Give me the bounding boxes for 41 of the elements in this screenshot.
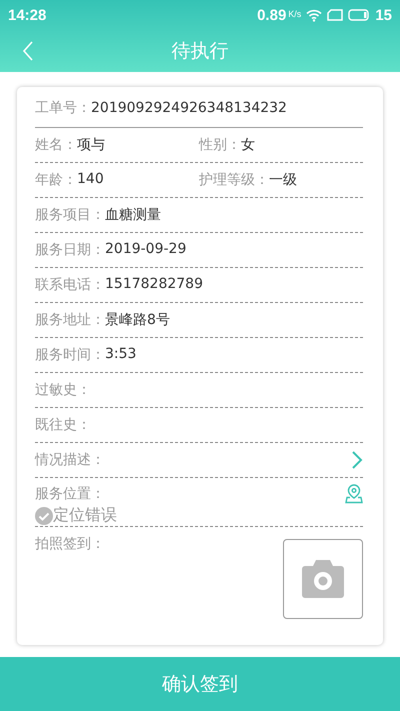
- page-title: 待执行: [170, 39, 230, 64]
- battery-icon: [348, 9, 370, 21]
- speed-unit: K/s: [288, 8, 302, 18]
- field-value: 血糖测量: [105, 206, 161, 224]
- field-value: 景峰路8号: [105, 311, 170, 329]
- chevron-right-icon[interactable]: [351, 450, 363, 470]
- battery-level: 15: [375, 6, 392, 24]
- network-speed: 0.89: [257, 6, 286, 24]
- field-value: 3:53: [105, 346, 136, 364]
- sim-icon: [327, 9, 344, 21]
- check-circle-icon: [35, 506, 53, 524]
- status-time: 14:28: [8, 6, 46, 24]
- field-label: 服务位置：: [35, 485, 105, 503]
- back-icon[interactable]: [22, 41, 34, 61]
- field-value: 2019-09-29: [105, 241, 186, 259]
- field-label: 情况描述：: [35, 451, 105, 469]
- field-label: 既往史：: [35, 416, 91, 434]
- location-pin-icon[interactable]: [345, 484, 363, 504]
- field-label: 联系电话：: [35, 276, 105, 294]
- field-label: 拍照签到：: [35, 535, 105, 553]
- field-label: 姓名：: [35, 136, 77, 154]
- field-value: 15178282789: [105, 276, 203, 294]
- field-label: 年龄：: [35, 171, 77, 189]
- location-status: 定位错误: [53, 505, 117, 526]
- field-value: 140: [77, 171, 104, 189]
- field-value: 一级: [269, 171, 297, 189]
- field-label: 服务时间：: [35, 346, 105, 364]
- field-value: 2019092924926348134232: [91, 100, 287, 116]
- field-value: 项与: [77, 136, 105, 154]
- field-label: 服务项目：: [35, 206, 105, 224]
- field-label: 服务地址：: [35, 311, 105, 329]
- camera-icon: [302, 560, 344, 598]
- confirm-button[interactable]: 确认签到: [0, 657, 400, 711]
- field-label: 性别：: [199, 136, 241, 154]
- field-label: 过敏史：: [35, 381, 91, 399]
- wifi-icon: [306, 8, 322, 22]
- photo-upload-button[interactable]: [283, 539, 363, 619]
- field-label: 工单号：: [35, 99, 91, 117]
- field-label: 服务日期：: [35, 241, 105, 259]
- field-label: 护理等级：: [199, 171, 269, 189]
- field-value: 女: [241, 136, 255, 154]
